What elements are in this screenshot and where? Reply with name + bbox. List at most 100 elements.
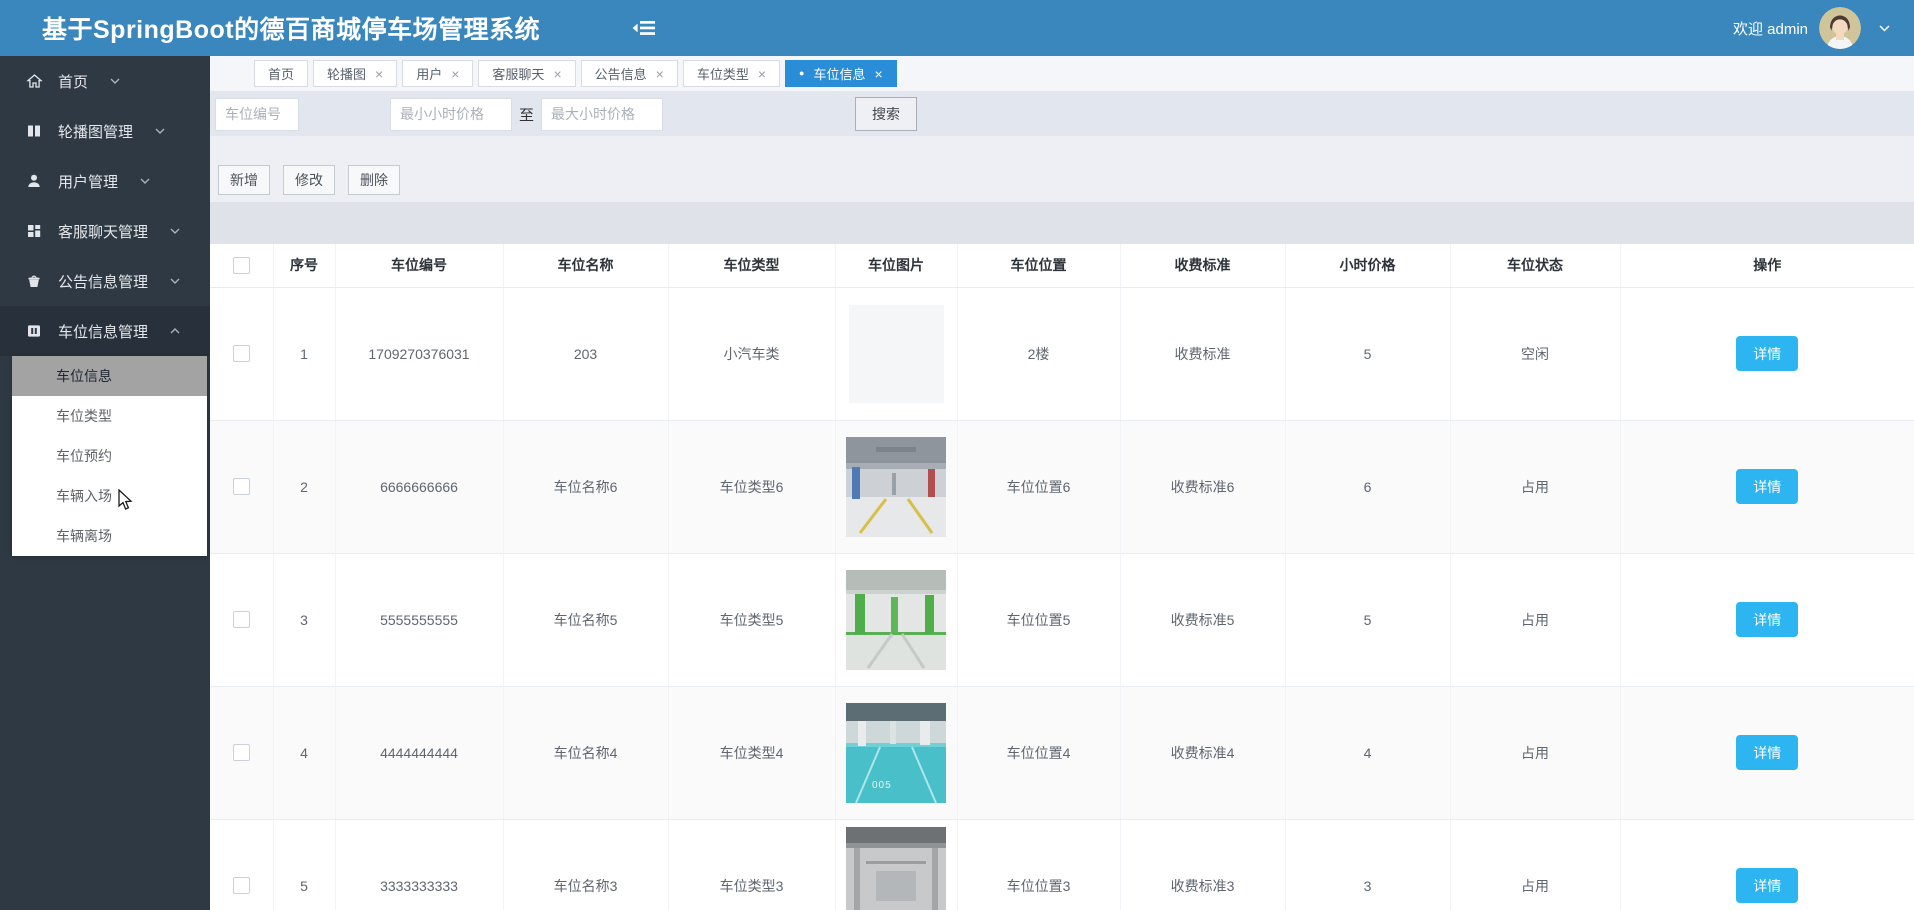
edit-button[interactable]: 修改 <box>283 165 335 195</box>
table-row: 1 1709270376031 203 小汽车类 2楼 收费标准 5 空闲 详情 <box>210 287 1914 421</box>
fee-standard: 收费标准4 <box>1120 686 1286 820</box>
announcement-icon <box>25 273 43 289</box>
delete-button[interactable]: 删除 <box>348 165 400 195</box>
search-bar: 至 搜索 <box>210 92 1914 136</box>
tab-label: 用户 <box>416 67 443 82</box>
row-actions: 详情 <box>1620 819 1914 910</box>
status-text: 占用 <box>1450 553 1621 687</box>
search-button[interactable]: 搜索 <box>855 97 918 131</box>
min-hour-price-input[interactable] <box>390 97 512 131</box>
parking-image-cell <box>835 420 958 554</box>
hour-price: 4 <box>1285 686 1451 820</box>
close-icon[interactable]: × <box>656 67 664 81</box>
parking-code-input[interactable] <box>215 97 299 131</box>
parking-image <box>846 826 946 910</box>
tab-label: 车位类型 <box>696 67 749 82</box>
parking-name: 车位名称6 <box>503 420 669 554</box>
parking-code: 3333333333 <box>335 819 504 910</box>
row-index: 2 <box>273 420 336 554</box>
tab[interactable]: 公告信息 × <box>580 60 678 87</box>
row-index: 4 <box>273 686 336 820</box>
table-row: 4 4444444444 车位名称4 车位类型4 005 车位位置4 收费标准4 4 占用 详情 <box>210 686 1914 820</box>
chevron-down-icon <box>110 78 120 84</box>
parking-image <box>846 436 946 537</box>
tab-label: 首页 <box>268 67 295 82</box>
select-all-checkbox[interactable] <box>232 257 250 275</box>
hour-price: 6 <box>1285 420 1451 554</box>
tab[interactable]: 车位类型 × <box>682 60 781 87</box>
close-icon[interactable]: × <box>451 67 459 81</box>
row-index: 5 <box>273 819 336 910</box>
max-hour-price-input[interactable] <box>541 97 664 131</box>
row-actions: 详情 <box>1620 686 1914 820</box>
parking-image-cell <box>835 287 958 421</box>
chevron-down-icon <box>155 128 165 134</box>
add-button[interactable]: 新增 <box>218 165 270 195</box>
column-header: 车位编号 <box>335 244 504 288</box>
tab[interactable]: 用户 × <box>402 60 474 87</box>
sidebar-subitem[interactable]: 车位预约 <box>12 436 207 476</box>
sidebar-item[interactable]: 首页 <box>0 56 210 106</box>
detail-button[interactable]: 详情 <box>1736 469 1799 504</box>
column-header: 车位图片 <box>835 244 958 288</box>
sidebar-item-label: 首页 <box>58 73 89 91</box>
sidebar-subitem[interactable]: 车辆入场 <box>12 476 207 516</box>
close-icon[interactable]: × <box>874 67 882 81</box>
main-content: 首页 轮播图 × 用户 × 客服聊天 × 公告信息 × 车位类型 × ● 车位信息 × 至 搜索 新增 修… <box>210 56 1914 910</box>
tab[interactable]: 轮播图 × <box>313 60 398 87</box>
parking-location: 车位位置3 <box>957 819 1121 910</box>
row-checkbox[interactable] <box>232 478 250 496</box>
chat-grid-icon <box>25 223 43 239</box>
close-icon[interactable]: × <box>758 67 766 81</box>
app-window: 基于SpringBoot的德百商城停车场管理系统 欢迎 admin 首页 轮播图… <box>0 0 1914 910</box>
row-actions: 详情 <box>1620 553 1914 687</box>
action-toolbar: 新增 修改 删除 <box>210 136 1914 202</box>
row-checkbox[interactable] <box>232 877 250 895</box>
row-checkbox[interactable] <box>232 345 250 363</box>
welcome-text: 欢迎 admin <box>1732 20 1808 38</box>
parking-table: 序号 车位编号 车位名称 车位类型 车位图片 车位位置 收费标准 小时价格 车位状态 操作 1 17… <box>210 244 1914 910</box>
sidebar-item[interactable]: 客服聊天管理 <box>0 206 210 256</box>
close-icon[interactable]: × <box>375 67 383 81</box>
parking-location: 车位位置6 <box>957 420 1121 554</box>
row-index: 1 <box>273 287 336 421</box>
sidebar-item[interactable]: 用户管理 <box>0 156 210 206</box>
parking-image-cell <box>835 819 958 910</box>
sidebar: 首页 轮播图管理 用户管理 客服聊天管理 公告信息管理 车位信息管理 车位信息 车位类型 车位… <box>0 56 210 910</box>
sidebar-menu: 首页轮播图管理 用户管理 客服聊天管理 公告信息管理 车位信息管理 <box>0 56 210 356</box>
sidebar-item[interactable]: 车位信息管理 <box>0 306 210 356</box>
tab-label: 轮播图 <box>327 67 367 82</box>
chevron-down-icon <box>170 278 180 284</box>
active-tab-bullet: ● <box>799 68 805 78</box>
detail-button[interactable]: 详情 <box>1736 868 1799 903</box>
detail-button[interactable]: 详情 <box>1736 735 1799 770</box>
parking-type: 车位类型4 <box>668 686 836 820</box>
parking-code: 6666666666 <box>335 420 504 554</box>
row-select-cell <box>210 287 274 421</box>
row-checkbox[interactable] <box>232 611 250 629</box>
sidebar-subitem[interactable]: 车辆离场 <box>12 516 207 556</box>
table-row: 2 6666666666 车位名称6 车位类型6 车位位置6 收费标准6 6 占用 详情 <box>210 420 1914 554</box>
collapse-sidebar-icon[interactable] <box>632 18 657 38</box>
chevron-down-icon <box>140 178 150 184</box>
tab[interactable]: 首页 <box>254 60 309 87</box>
tab[interactable]: ● 车位信息 × <box>785 60 897 87</box>
detail-button[interactable]: 详情 <box>1736 602 1799 637</box>
row-actions: 详情 <box>1620 420 1914 554</box>
sidebar-subitem[interactable]: 车位信息 <box>12 356 207 396</box>
user-menu[interactable]: 欢迎 admin <box>1733 7 1890 49</box>
row-checkbox[interactable] <box>232 744 250 762</box>
user-icon <box>25 173 43 189</box>
hour-price: 5 <box>1285 553 1451 687</box>
table-row: 3 5555555555 车位名称5 车位类型5 车位位置5 收费标准5 5 占用 详情 <box>210 553 1914 687</box>
sidebar-item[interactable]: 公告信息管理 <box>0 256 210 306</box>
row-select-cell <box>210 819 274 910</box>
detail-button[interactable]: 详情 <box>1736 336 1799 371</box>
sidebar-item[interactable]: 轮播图管理 <box>0 106 210 156</box>
chevron-down-icon <box>1879 24 1890 32</box>
close-icon[interactable]: × <box>553 67 561 81</box>
table-row: 5 3333333333 车位名称3 车位类型3 车位位置3 收费标准3 3 占用 详情 <box>210 819 1914 910</box>
parking-code: 5555555555 <box>335 553 504 687</box>
sidebar-subitem[interactable]: 车位类型 <box>12 396 207 436</box>
tab[interactable]: 客服聊天 × <box>478 60 576 87</box>
